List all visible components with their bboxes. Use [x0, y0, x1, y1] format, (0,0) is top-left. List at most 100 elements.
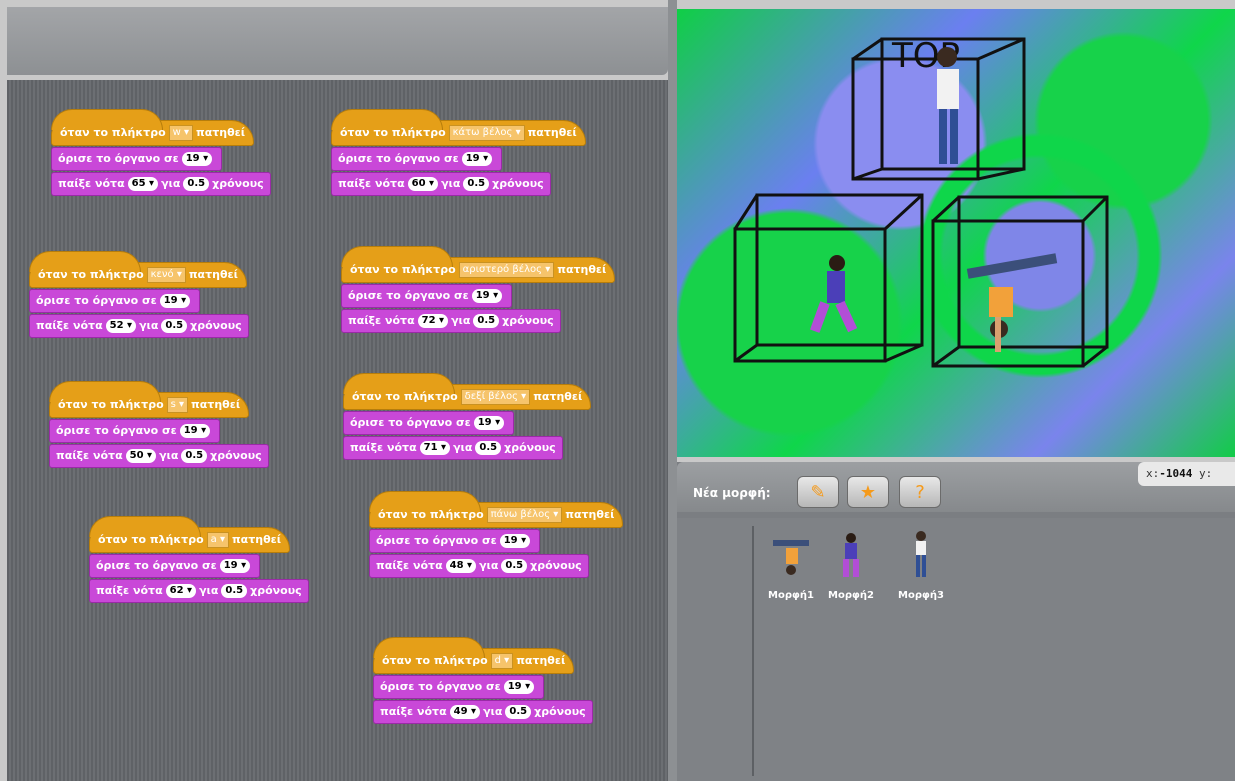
set-instrument-block[interactable]: όρισε το όργανο σε 19 [369, 529, 541, 553]
instrument-input[interactable]: 19 [473, 416, 505, 430]
key-dropdown[interactable]: αριστερό βέλος [458, 262, 555, 278]
set-instrument-block[interactable]: όρισε το όργανο σε 19 [341, 284, 513, 308]
script-block[interactable]: όταν το πλήκτροκενόπατηθεί όρισε το όργα… [29, 250, 249, 338]
instrument-input[interactable]: 19 [471, 289, 503, 303]
stage-graphics: TOP [733, 36, 1109, 368]
when-key-pressed-hat[interactable]: όταν το πλήκτροsπατηθεί [49, 381, 250, 418]
beats-input[interactable]: 0.5 [183, 177, 210, 191]
instrument-input[interactable]: 19 [503, 680, 535, 694]
note-input[interactable]: 48 [445, 559, 477, 573]
import-costume-button[interactable]: ★ [847, 476, 889, 508]
script-block[interactable]: όταν το πλήκτροaπατηθεί όρισε το όργανο … [89, 515, 309, 603]
instrument-input[interactable]: 19 [219, 559, 251, 573]
surprise-costume-button[interactable]: ? [899, 476, 941, 508]
costume-thumbnail [773, 540, 809, 575]
costume-item[interactable]: Μορφή2 [827, 530, 875, 601]
beats-input[interactable]: 0.5 [181, 449, 208, 463]
sprite-costume-pane: Νέα μορφή: ✎ ★ ? x:-1044 y: Μορφή1 Μορφή… [677, 462, 1235, 781]
when-key-pressed-hat[interactable]: όταν το πλήκτροaπατηθεί [89, 516, 291, 553]
costume-name: Μορφή2 [828, 590, 874, 601]
beats-input[interactable]: 0.5 [501, 559, 528, 573]
key-dropdown[interactable]: w [168, 125, 194, 141]
play-note-block[interactable]: παίξε νότα50για0.5χρόνους [49, 444, 269, 468]
note-input[interactable]: 62 [165, 584, 197, 598]
when-key-pressed-hat[interactable]: όταν το πλήκτροκάτω βέλοςπατηθεί [331, 109, 586, 146]
new-costume-label: Νέα μορφή: [693, 486, 771, 500]
set-instrument-block[interactable]: όρισε το όργανο σε 19 [331, 147, 503, 171]
key-dropdown[interactable]: κενό [146, 267, 186, 283]
top-toolbar [7, 7, 668, 75]
mouse-coordinates: x:-1044 y: [1138, 462, 1235, 486]
script-block[interactable]: όταν το πλήκτροwπατηθεί όρισε το όργανο … [51, 108, 271, 196]
costume-name: Μορφή3 [898, 590, 944, 601]
instrument-input[interactable]: 19 [499, 534, 531, 548]
costume-item[interactable]: Μορφή3 [897, 530, 945, 601]
play-note-block[interactable]: παίξε νότα52για0.5χρόνους [29, 314, 249, 338]
instrument-input[interactable]: 19 [461, 152, 493, 166]
play-note-block[interactable]: παίξε νότα60για0.5χρόνους [331, 172, 551, 196]
set-instrument-block[interactable]: όρισε το όργανο σε 19 [49, 419, 221, 443]
note-input[interactable]: 52 [105, 319, 137, 333]
list-separator [752, 526, 754, 776]
instrument-input[interactable]: 19 [181, 152, 213, 166]
dancer-sprite-1[interactable] [966, 253, 1058, 352]
note-input[interactable]: 65 [127, 177, 159, 191]
play-note-block[interactable]: παίξε νότα65για0.5χρόνους [51, 172, 271, 196]
key-dropdown[interactable]: s [166, 397, 189, 413]
costume-thumbnail [843, 533, 859, 577]
note-input[interactable]: 50 [125, 449, 157, 463]
dancer-sprite-2[interactable] [810, 255, 858, 333]
when-key-pressed-hat[interactable]: όταν το πλήκτροπάνω βέλοςπατηθεί [369, 491, 624, 528]
paintbrush-star-icon: ✎ [810, 481, 826, 503]
beats-input[interactable]: 0.5 [161, 319, 188, 333]
costume-name: Μορφή1 [768, 590, 814, 601]
key-dropdown[interactable]: d [490, 653, 514, 669]
set-instrument-block[interactable]: όρισε το όργανο σε 19 [51, 147, 223, 171]
beats-input[interactable]: 0.5 [475, 441, 502, 455]
when-key-pressed-hat[interactable]: όταν το πλήκτροwπατηθεί [51, 109, 255, 146]
play-note-block[interactable]: παίξε νότα72για0.5χρόνους [341, 309, 561, 333]
script-block[interactable]: όταν το πλήκτροκάτω βέλοςπατηθεί όρισε τ… [331, 108, 586, 196]
paint-costume-button[interactable]: ✎ [797, 476, 839, 508]
costume-header: Νέα μορφή: ✎ ★ ? x:-1044 y: [677, 462, 1235, 512]
note-input[interactable]: 71 [419, 441, 451, 455]
costume-item[interactable]: Μορφή1 [767, 530, 815, 601]
when-key-pressed-hat[interactable]: όταν το πλήκτροκενόπατηθεί [29, 251, 247, 288]
key-dropdown[interactable]: πάνω βέλος [486, 507, 563, 523]
scripts-area[interactable]: όταν το πλήκτροwπατηθεί όρισε το όργανο … [7, 80, 668, 781]
when-key-pressed-hat[interactable]: όταν το πλήκτροδεξί βέλοςπατηθεί [343, 373, 592, 410]
stage[interactable]: TOP [677, 9, 1235, 457]
play-note-block[interactable]: παίξε νότα71για0.5χρόνους [343, 436, 563, 460]
play-note-block[interactable]: παίξε νότα62για0.5χρόνους [89, 579, 309, 603]
instrument-input[interactable]: 19 [159, 294, 191, 308]
key-dropdown[interactable]: δεξί βέλος [460, 389, 531, 405]
set-instrument-block[interactable]: όρισε το όργανο σε 19 [343, 411, 515, 435]
script-block[interactable]: όταν το πλήκτροαριστερό βέλοςπατηθεί όρι… [341, 245, 616, 333]
beats-input[interactable]: 0.5 [473, 314, 500, 328]
set-instrument-block[interactable]: όρισε το όργανο σε 19 [89, 554, 261, 578]
note-input[interactable]: 60 [407, 177, 439, 191]
when-key-pressed-hat[interactable]: όταν το πλήκτροdπατηθεί [373, 637, 575, 674]
script-block[interactable]: όταν το πλήκτροsπατηθεί όρισε το όργανο … [49, 380, 269, 468]
beats-input[interactable]: 0.5 [221, 584, 248, 598]
play-note-block[interactable]: παίξε νότα49για0.5χρόνους [373, 700, 593, 724]
folder-star-icon: ★ [859, 481, 877, 503]
note-input[interactable]: 49 [449, 705, 481, 719]
costume-list: Μορφή1 Μορφή2 Μορφή3 [677, 518, 1235, 781]
key-dropdown[interactable]: a [206, 532, 229, 548]
set-instrument-block[interactable]: όρισε το όργανο σε 19 [29, 289, 201, 313]
script-block[interactable]: όταν το πλήκτροπάνω βέλοςπατηθεί όρισε τ… [369, 490, 624, 578]
pane-divider[interactable] [668, 0, 677, 781]
instrument-input[interactable]: 19 [179, 424, 211, 438]
beats-input[interactable]: 0.5 [505, 705, 532, 719]
script-block[interactable]: όταν το πλήκτροδεξί βέλοςπατηθεί όρισε τ… [343, 372, 592, 460]
script-block[interactable]: όταν το πλήκτροdπατηθεί όρισε το όργανο … [373, 636, 593, 724]
costume-thumbnail [916, 531, 926, 577]
key-dropdown[interactable]: κάτω βέλος [448, 125, 525, 141]
set-instrument-block[interactable]: όρισε το όργανο σε 19 [373, 675, 545, 699]
cube-right [931, 195, 1109, 368]
when-key-pressed-hat[interactable]: όταν το πλήκτροαριστερό βέλοςπατηθεί [341, 246, 616, 283]
note-input[interactable]: 72 [417, 314, 449, 328]
play-note-block[interactable]: παίξε νότα48για0.5χρόνους [369, 554, 589, 578]
beats-input[interactable]: 0.5 [463, 177, 490, 191]
